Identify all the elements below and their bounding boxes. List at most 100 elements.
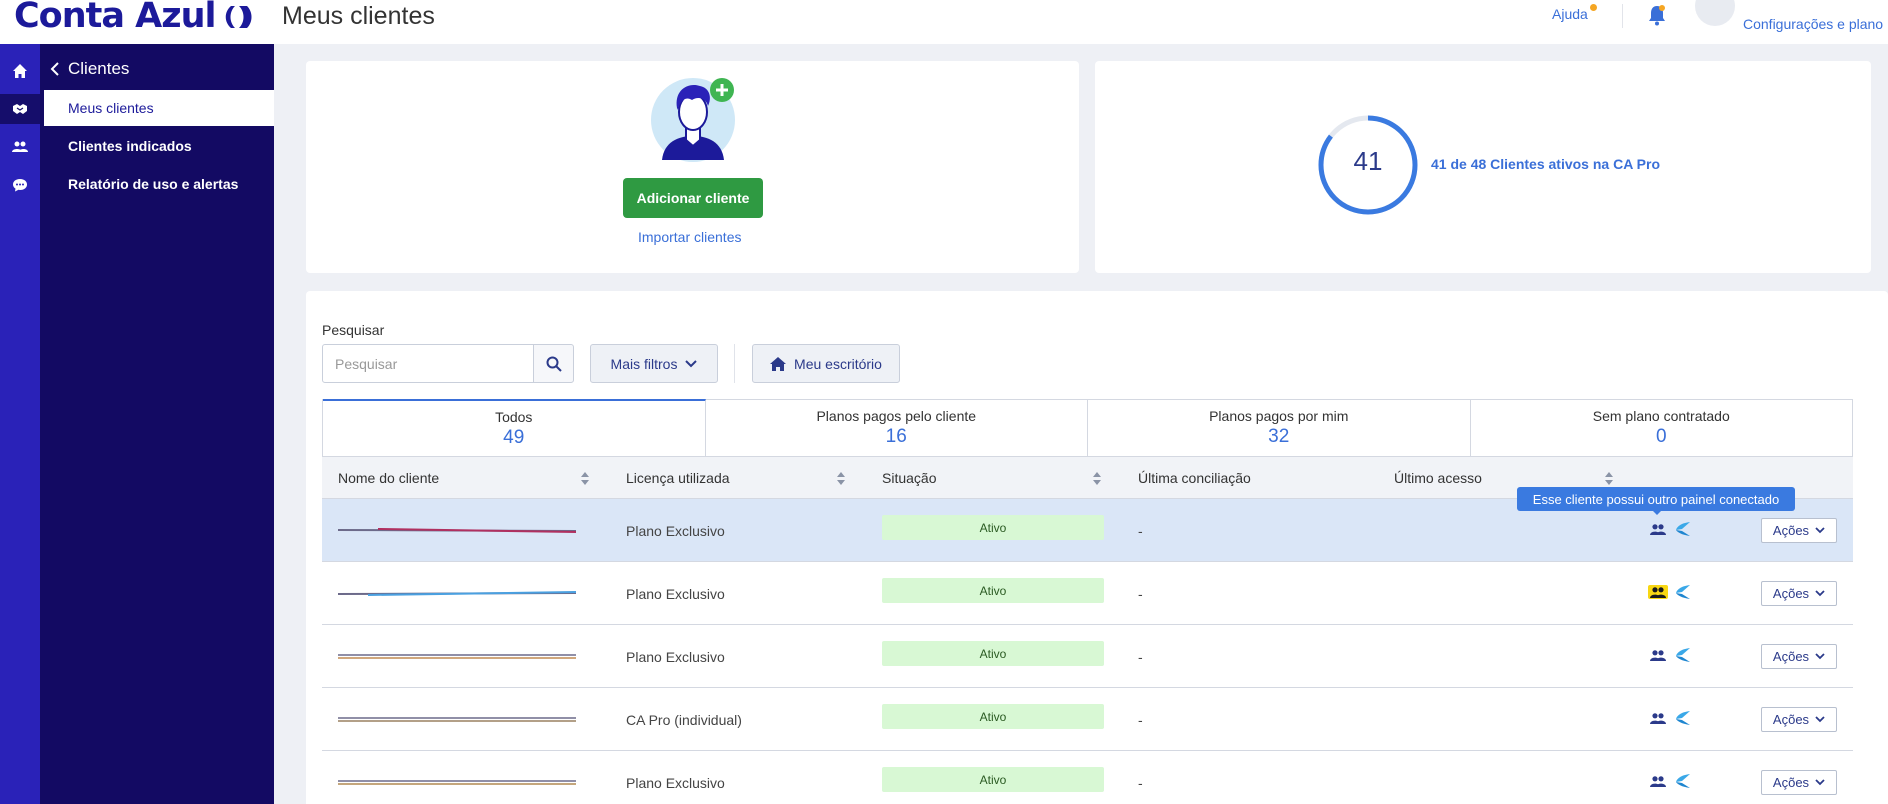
actions-label: Ações bbox=[1772, 649, 1810, 664]
tab-sem-plano-contratado[interactable]: Sem plano contratado 0 bbox=[1471, 400, 1853, 456]
actions-dropdown[interactable]: Ações bbox=[1761, 707, 1837, 732]
tab-todos[interactable]: Todos 49 bbox=[323, 399, 706, 456]
client-name-redacted bbox=[338, 528, 576, 533]
actions-label: Ações bbox=[1772, 523, 1810, 538]
chevron-down-icon bbox=[1815, 527, 1825, 534]
sort-icon[interactable] bbox=[580, 471, 590, 486]
connected-panel-indicator[interactable] bbox=[1648, 774, 1668, 788]
conta-azul-icon[interactable] bbox=[1674, 646, 1692, 664]
rail-chat[interactable] bbox=[0, 170, 40, 200]
connected-panel-indicator[interactable] bbox=[1648, 648, 1668, 662]
tab-planos-pagos-pelo-cliente[interactable]: Planos pagos pelo cliente 16 bbox=[706, 400, 1088, 456]
add-client-button[interactable]: Adicionar cliente bbox=[623, 178, 763, 218]
sidebar-item-clientes-indicados[interactable]: Clientes indicados bbox=[44, 128, 274, 164]
conta-azul-icon[interactable] bbox=[1674, 709, 1692, 727]
status-badge: Ativo bbox=[882, 641, 1104, 666]
sidebar-back-heading[interactable]: Clientes bbox=[50, 59, 129, 79]
table-row[interactable]: Plano Exclusivo Ativo - Ações bbox=[322, 562, 1853, 625]
client-name-redacted bbox=[338, 780, 576, 785]
rail-users[interactable] bbox=[0, 132, 40, 162]
conta-azul-icon[interactable] bbox=[1674, 520, 1692, 538]
sidebar-heading: Clientes bbox=[68, 59, 130, 78]
users-icon bbox=[1650, 775, 1666, 787]
help-link[interactable]: Ajuda bbox=[1552, 6, 1588, 22]
chevron-down-icon bbox=[1815, 779, 1825, 786]
chevron-left-icon bbox=[50, 62, 59, 76]
actions-dropdown[interactable]: Ações bbox=[1761, 581, 1837, 606]
search-button[interactable] bbox=[533, 344, 574, 383]
chevron-down-icon bbox=[685, 359, 698, 367]
actions-dropdown[interactable]: Ações bbox=[1761, 518, 1837, 543]
sidebar-item-relatorio[interactable]: Relatório de uso e alertas bbox=[44, 166, 274, 202]
search-input[interactable] bbox=[322, 344, 534, 383]
last-reconciliation-cell: - bbox=[1138, 775, 1143, 791]
handshake-icon bbox=[13, 104, 27, 114]
divider bbox=[734, 344, 735, 383]
my-office-button[interactable]: Meu escritório bbox=[752, 344, 900, 383]
top-bar: Conta Azul Meus clientes Ajuda Configura… bbox=[0, 0, 1888, 44]
conta-azul-icon[interactable] bbox=[1674, 583, 1692, 601]
sort-icon[interactable] bbox=[1604, 471, 1614, 486]
last-reconciliation-cell: - bbox=[1138, 712, 1143, 728]
table-row[interactable]: Plano Exclusivo Ativo - Ações bbox=[322, 625, 1853, 688]
license-cell: Plano Exclusivo bbox=[626, 586, 725, 602]
tab-count: 49 bbox=[503, 426, 525, 448]
connected-panel-indicator[interactable] bbox=[1648, 522, 1668, 536]
connected-panel-tooltip: Esse cliente possui outro painel conecta… bbox=[1517, 487, 1795, 511]
more-filters-label: Mais filtros bbox=[610, 355, 678, 372]
column-header-situacao[interactable]: Situação bbox=[882, 470, 936, 486]
status-badge: Ativo bbox=[882, 578, 1104, 603]
table-row[interactable]: CA Pro (individual) Ativo - Ações bbox=[322, 688, 1853, 751]
help-notification-dot bbox=[1590, 4, 1597, 11]
users-icon bbox=[12, 141, 28, 152]
chat-icon bbox=[13, 179, 27, 192]
search-label: Pesquisar bbox=[322, 322, 385, 338]
users-icon bbox=[1650, 523, 1666, 535]
table-row[interactable]: Plano Exclusivo Ativo - Ações bbox=[322, 751, 1853, 804]
logo-mark-icon bbox=[225, 6, 252, 28]
settings-and-plan-link[interactable]: Configurações e plano bbox=[1743, 16, 1883, 32]
bell-icon[interactable] bbox=[1647, 4, 1667, 26]
connected-panel-indicator[interactable] bbox=[1648, 711, 1668, 725]
conta-azul-icon[interactable] bbox=[1674, 772, 1692, 790]
user-avatar[interactable] bbox=[1695, 0, 1735, 26]
sidebar-item-meus-clientes[interactable]: Meus clientes bbox=[44, 90, 274, 126]
actions-label: Ações bbox=[1772, 775, 1810, 790]
users-icon bbox=[1650, 649, 1666, 661]
users-icon bbox=[1650, 586, 1666, 598]
rail-home[interactable] bbox=[0, 56, 40, 86]
logo[interactable]: Conta Azul bbox=[14, 0, 217, 36]
tooltip-arrow bbox=[1652, 510, 1662, 515]
sort-icon[interactable] bbox=[1092, 471, 1102, 486]
search-icon bbox=[546, 356, 562, 372]
column-header-nome[interactable]: Nome do cliente bbox=[338, 470, 439, 486]
license-cell: Plano Exclusivo bbox=[626, 775, 725, 791]
last-reconciliation-cell: - bbox=[1138, 649, 1143, 665]
sidebar: Clientes Meus clientes Clientes indicado… bbox=[40, 44, 274, 804]
actions-dropdown[interactable]: Ações bbox=[1761, 770, 1837, 795]
tab-count: 32 bbox=[1268, 426, 1290, 447]
actions-dropdown[interactable]: Ações bbox=[1761, 644, 1837, 669]
active-clients-summary: 41 de 48 Clientes ativos na CA Pro bbox=[1431, 156, 1661, 172]
connected-panel-indicator[interactable] bbox=[1648, 585, 1668, 599]
status-badge: Ativo bbox=[882, 515, 1104, 540]
rail-clients[interactable] bbox=[0, 94, 40, 124]
license-cell: CA Pro (individual) bbox=[626, 712, 742, 728]
more-filters-button[interactable]: Mais filtros bbox=[590, 344, 718, 383]
last-reconciliation-cell: - bbox=[1138, 523, 1143, 539]
tab-planos-pagos-por-mim[interactable]: Planos pagos por mim 32 bbox=[1088, 400, 1471, 456]
actions-label: Ações bbox=[1772, 712, 1810, 727]
tab-count: 16 bbox=[885, 426, 907, 447]
column-header-licenca[interactable]: Licença utilizada bbox=[626, 470, 730, 486]
tab-label: Todos bbox=[495, 408, 533, 425]
users-icon bbox=[1650, 712, 1666, 724]
home-icon bbox=[770, 356, 787, 371]
client-name-redacted bbox=[338, 591, 576, 596]
tab-label: Planos pagos por mim bbox=[1209, 408, 1349, 424]
divider bbox=[1622, 4, 1623, 28]
tab-count: 0 bbox=[1655, 426, 1667, 447]
status-badge: Ativo bbox=[882, 704, 1104, 729]
column-header-ultimo-acesso[interactable]: Último acesso bbox=[1394, 470, 1482, 486]
import-clients-link[interactable]: Importar clientes bbox=[638, 229, 741, 245]
sort-icon[interactable] bbox=[836, 471, 846, 486]
